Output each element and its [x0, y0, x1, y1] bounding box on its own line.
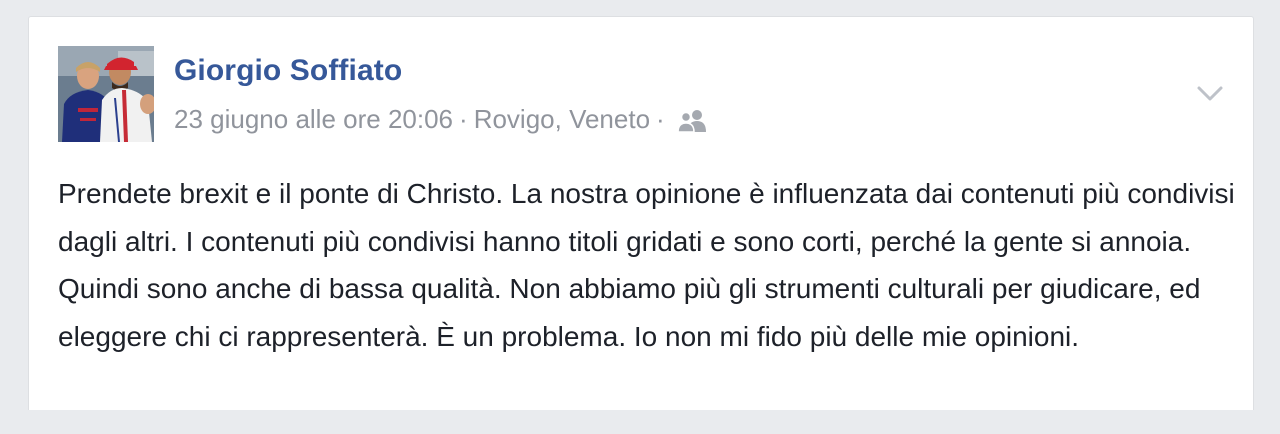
post-card: Giorgio Soffiato 23 giugno alle ore 20:0…	[28, 16, 1254, 410]
post-header: Giorgio Soffiato 23 giugno alle ore 20:0…	[58, 46, 1253, 146]
meta-separator: ·	[459, 104, 468, 134]
post-meta: 23 giugno alle ore 20:06 · Rovigo, Venet…	[174, 104, 709, 135]
post-text: Prendete brexit e il ponte di Christo. L…	[58, 178, 1235, 352]
author-name-link[interactable]: Giorgio Soffiato	[174, 54, 402, 88]
friends-icon[interactable]	[676, 109, 709, 133]
meta-separator: ·	[656, 104, 665, 134]
avatar[interactable]	[58, 46, 154, 142]
location-link[interactable]: Rovigo, Veneto	[474, 104, 650, 135]
chevron-down-icon[interactable]	[1195, 78, 1225, 108]
timestamp-link[interactable]: 23 giugno alle ore 20:06	[174, 104, 453, 135]
